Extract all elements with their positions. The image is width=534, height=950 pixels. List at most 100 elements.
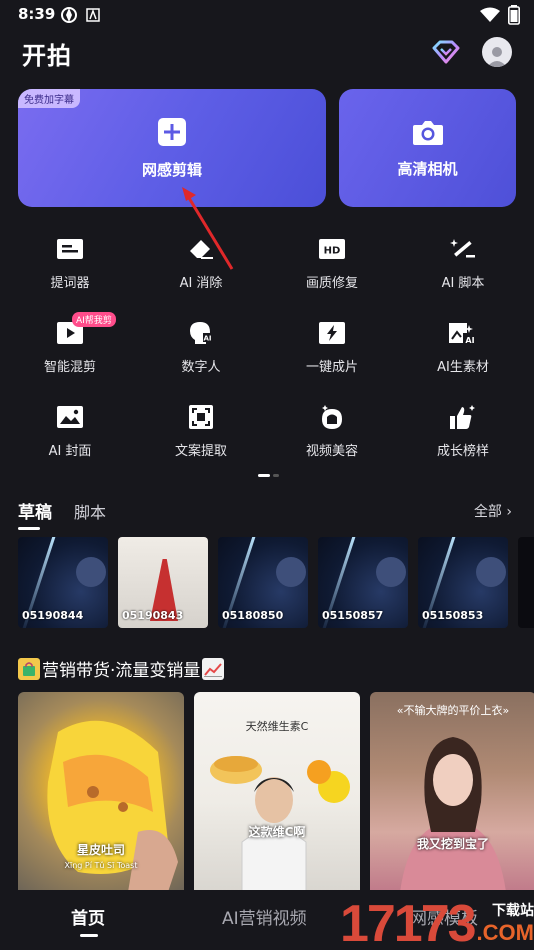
edit-card-label: 网感剪辑 — [141, 160, 202, 179]
tool-label: 画质修复 — [305, 276, 358, 291]
battery-icon — [508, 5, 520, 25]
draft-thumbnail-partial[interactable] — [518, 537, 534, 628]
tool-digital-human[interactable]: AI 数字人 — [151, 320, 251, 375]
tool-label: 智能混剪 — [43, 360, 96, 375]
vip-diamond-icon[interactable] — [432, 40, 460, 64]
image-icon — [55, 404, 85, 430]
tab-drafts[interactable]: 草稿 — [18, 498, 52, 530]
status-bar: 8:39 — [0, 0, 534, 30]
tool-label: 提词器 — [50, 276, 90, 291]
draft-thumbnail[interactable]: 05190843 — [118, 537, 208, 628]
avatar[interactable] — [482, 37, 512, 67]
thumbs-up-icon — [448, 404, 478, 430]
drafts-list: 05190844 05190843 05180850 05150857 0515… — [18, 537, 534, 628]
scan-text-icon — [186, 404, 216, 430]
nav-home[interactable]: 首页 — [71, 904, 105, 929]
tool-teleprompter[interactable]: 提词器 — [20, 236, 120, 291]
watermark-cn: 下载站 — [492, 903, 534, 919]
see-all-link[interactable]: 全部 › — [474, 501, 512, 521]
video-card[interactable]: 天然维生素C 这款维C啊 — [194, 692, 360, 892]
tool-quality-repair[interactable]: HD 画质修复 — [282, 236, 382, 291]
draft-id: 05190843 — [122, 609, 184, 622]
edit-card-button[interactable]: 免费加字幕 网感剪辑 — [18, 89, 326, 207]
marketing-section-title: 营销带货·流量变销量 — [18, 656, 225, 681]
draft-thumbnail[interactable]: 05190844 — [18, 537, 108, 628]
tool-growth-model[interactable]: 成长榜样 — [413, 404, 513, 459]
tool-label: 一键成片 — [305, 360, 358, 375]
tool-ai-cover[interactable]: AI 封面 — [20, 404, 120, 459]
lightning-icon — [317, 320, 347, 346]
teleprompter-icon — [55, 236, 85, 262]
tool-ai-script[interactable]: AI 脚本 — [413, 236, 513, 291]
draft-thumbnail[interactable]: 05180850 — [218, 537, 308, 628]
draft-id: 05180850 — [222, 609, 284, 622]
svg-text:HD: HD — [324, 246, 341, 257]
video-caption: 星皮吐司 — [76, 843, 125, 857]
draft-id: 05190844 — [22, 609, 84, 622]
video-subcaption: Xīng Pí Tǔ Sī Toast — [64, 861, 138, 870]
tool-label: AI 消除 — [179, 276, 223, 291]
wifi-icon — [480, 7, 500, 22]
user-icon — [487, 47, 507, 67]
status-time: 8:39 — [18, 5, 56, 23]
watermark-side: 下载站 .COM — [477, 900, 534, 946]
draft-id: 05150853 — [422, 609, 484, 622]
chart-up-icon — [202, 657, 225, 680]
free-subtitle-badge: 免费加字幕 — [18, 89, 80, 108]
video-caption: 我又挖到宝了 — [416, 837, 489, 851]
video-caption: 这款维C啊 — [248, 825, 306, 839]
vitamin-c-scene-image — [210, 756, 350, 892]
nav-home-indicator — [80, 934, 98, 937]
digital-human-icon: AI — [186, 320, 216, 346]
tool-label: AI 脚本 — [441, 276, 485, 291]
woman-presenter-image — [400, 737, 506, 892]
sync-icon — [61, 7, 77, 23]
bottom-nav: 首页 AI营销视频 网感模板 17173 下载站 .COM — [0, 890, 534, 950]
app-notification-icon — [86, 8, 100, 22]
header-actions — [432, 37, 512, 67]
site-watermark: 17173 下载站 .COM — [340, 898, 534, 950]
tool-label: 数字人 — [181, 360, 221, 375]
video-card[interactable]: 星皮吐司 Xīng Pí Tǔ Sī Toast — [18, 692, 184, 892]
magic-wand-icon — [448, 236, 478, 262]
tool-one-click[interactable]: 一键成片 — [282, 320, 382, 375]
video-card[interactable]: «不输大牌的平价上衣» 我又挖到宝了 — [370, 692, 534, 892]
tool-text-extract[interactable]: 文案提取 — [151, 404, 251, 459]
svg-text:AI: AI — [203, 335, 211, 343]
tool-ai-material[interactable]: AI AI生素材 — [413, 320, 513, 375]
draft-tabs: 草稿 脚本 — [18, 498, 106, 530]
ai-help-badge: AI帮我剪 — [72, 312, 116, 327]
add-icon — [158, 117, 186, 146]
moon-shape — [476, 557, 506, 587]
nav-ai-marketing-video[interactable]: AI营销视频 — [222, 904, 307, 929]
status-notification-icons — [60, 6, 100, 24]
tab-drafts-underline — [18, 527, 40, 530]
hd-icon: HD — [317, 236, 347, 262]
tools-pager-indicator — [258, 474, 279, 477]
tool-label: AI 封面 — [48, 444, 92, 459]
beauty-face-icon — [317, 404, 347, 430]
tab-scripts[interactable]: 脚本 — [74, 499, 106, 523]
tab-drafts-label: 草稿 — [18, 503, 52, 523]
draft-thumbnail[interactable]: 05150853 — [418, 537, 508, 628]
moon-shape — [376, 557, 406, 587]
tool-label: 文案提取 — [174, 444, 227, 459]
page-title: 开拍 — [22, 42, 72, 70]
tool-label: 视频美容 — [305, 444, 358, 459]
shopping-bag-icon — [18, 657, 40, 680]
svg-text:AI: AI — [465, 336, 474, 345]
watermark-number: 17173 — [339, 895, 477, 950]
tool-ai-erase[interactable]: AI 消除 — [151, 236, 251, 291]
tool-video-beauty[interactable]: 视频美容 — [282, 404, 382, 459]
marketing-section-text: 营销带货·流量变销量 — [42, 661, 201, 681]
moon-shape — [76, 557, 106, 587]
tool-smart-remix[interactable]: AI帮我剪 智能混剪 — [20, 312, 120, 375]
ai-image-icon: AI — [448, 320, 478, 346]
tool-label: AI生素材 — [437, 360, 489, 375]
eraser-icon — [186, 236, 216, 262]
hd-camera-button[interactable]: 高清相机 — [339, 89, 516, 207]
camera-icon — [412, 120, 443, 145]
watermark-com: .COM — [476, 920, 534, 945]
tool-label: 成长榜样 — [436, 444, 489, 459]
draft-thumbnail[interactable]: 05150857 — [318, 537, 408, 628]
